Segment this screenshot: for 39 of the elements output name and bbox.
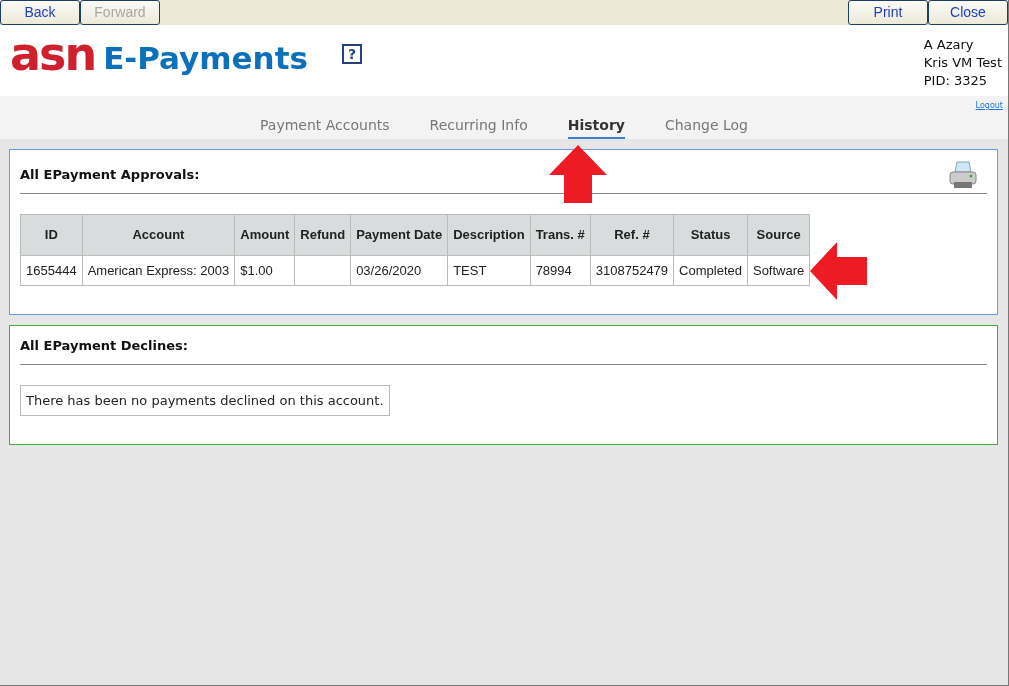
table-cell: 3108752479	[590, 255, 674, 286]
user-info: Kris VM Test	[923, 54, 1002, 72]
column-header: Amount	[234, 214, 295, 255]
nav-tab[interactable]: History	[547, 96, 645, 139]
nav-tab[interactable]: Change Log	[644, 96, 768, 139]
arrow	[810, 242, 868, 300]
toolbar-button[interactable]: Close	[928, 0, 1008, 25]
column-header: Account	[82, 214, 235, 255]
column-header: Status	[673, 214, 748, 255]
column-header: Description	[447, 214, 531, 255]
table-cell: 1655444	[20, 255, 83, 286]
logout-link[interactable]: Logout	[975, 100, 1003, 112]
help-button[interactable]: ?	[341, 44, 362, 64]
column-header: Source	[747, 214, 810, 255]
table-cell: 78994	[530, 255, 591, 286]
table-cell: Completed	[673, 255, 748, 286]
table-cell: American Express: 2003	[82, 255, 235, 286]
column-header: ID	[20, 214, 83, 255]
printer-icon[interactable]	[949, 160, 977, 190]
table-cell: TEST	[447, 255, 531, 286]
column-header: Trans. #	[530, 214, 591, 255]
user-info: PID: 3325	[923, 72, 989, 90]
user-info: A Azary	[923, 36, 975, 54]
column-header: Refund	[294, 214, 351, 255]
empty-message: There has been no payments declined on this account.	[20, 384, 390, 417]
table-cell: $1.00	[234, 255, 295, 286]
arrow	[549, 145, 607, 203]
section-title: All EPayment Approvals:	[20, 166, 200, 185]
nav-tab[interactable]: Payment Accounts	[240, 96, 410, 139]
table-cell: 03/26/2020	[350, 255, 448, 286]
table-cell: Software	[747, 255, 810, 286]
column-header: Payment Date	[350, 214, 448, 255]
logo-name: E-Payments	[103, 40, 308, 76]
toolbar-button[interactable]: Print	[848, 0, 928, 25]
toolbar-button[interactable]: Back	[0, 0, 80, 25]
nav-tab[interactable]: Recurring Info	[409, 96, 548, 139]
section-title: All EPayment Declines:	[20, 336, 987, 365]
logo-mark: asn	[10, 36, 96, 72]
column-header: Ref. #	[590, 214, 674, 255]
